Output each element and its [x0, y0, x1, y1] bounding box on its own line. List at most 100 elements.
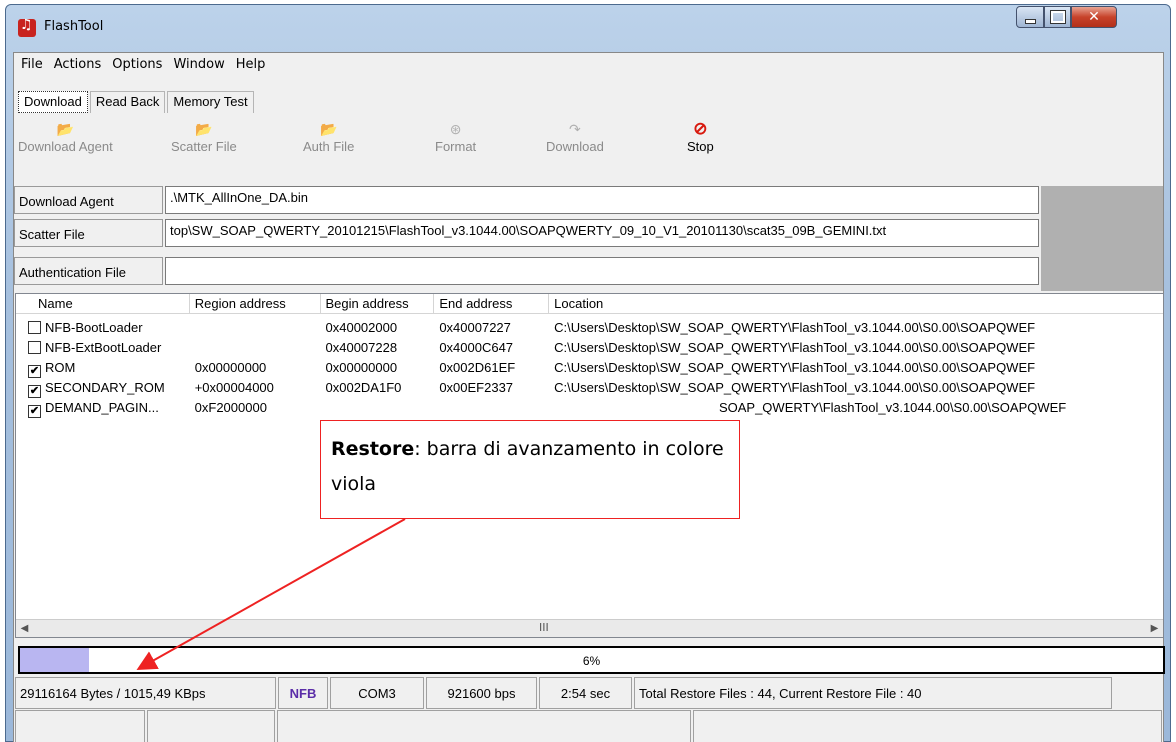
minimize-button[interactable] — [1016, 6, 1044, 28]
row-name-text: DEMAND_PAGIN... — [45, 400, 159, 415]
window-title: FlashTool — [44, 19, 104, 34]
menu-actions[interactable]: Actions — [51, 57, 110, 72]
download-agent-tool-button[interactable]: 📂 Download Agent — [18, 121, 113, 154]
row-end-cell: 0x40007227 — [439, 320, 511, 335]
gray-panel — [1041, 186, 1163, 291]
scroll-left-icon[interactable]: ◀ — [16, 620, 33, 637]
tab-read-back[interactable]: Read Back — [89, 91, 166, 113]
row-name-cell: NFB-ExtBootLoader — [16, 338, 190, 358]
download-agent-label: Download Agent — [14, 186, 163, 214]
column-end-address[interactable]: End address — [434, 294, 550, 313]
download-agent-field[interactable]: .\MTK_AllInOne_DA.bin — [165, 186, 1039, 214]
client-area: File Actions Options Window Help Downloa… — [13, 52, 1165, 742]
horizontal-scrollbar[interactable]: ◀ III ▶ — [16, 619, 1163, 637]
row-begin-cell: 0x40002000 — [325, 320, 398, 335]
scatter-file-row: Scatter File top\SW_SOAP_QWERTY_20101215… — [14, 219, 1163, 247]
tab-strip: Download Read Back Memory Test — [18, 91, 256, 113]
format-tool-button[interactable]: ⊛ Format — [435, 121, 476, 154]
list-header: Name Region address Begin address End ad… — [16, 294, 1163, 314]
scatter-file-tool-button[interactable]: 📂 Scatter File — [171, 121, 237, 154]
maximize-button[interactable] — [1044, 6, 1071, 28]
status-mode: NFB — [278, 677, 328, 709]
status-cell — [693, 710, 1162, 742]
row-name-cell: SECONDARY_ROM — [16, 378, 190, 398]
status-files: Total Restore Files : 44, Current Restor… — [634, 677, 1112, 709]
menu-window[interactable]: Window — [170, 57, 232, 72]
column-name[interactable]: Name — [16, 294, 190, 313]
row-location-cell: C:\Users\Desktop\SW_SOAP_QWERTY\FlashToo… — [554, 360, 1036, 375]
column-region-address[interactable]: Region address — [190, 294, 321, 313]
row-name-cell: DEMAND_PAGIN... — [16, 398, 190, 418]
list-row[interactable]: ROM 0x00000000 0x00000000 0x002D61EF C:\… — [16, 358, 1163, 378]
download-tool-label: Download — [546, 139, 604, 154]
list-row[interactable]: NFB-ExtBootLoader 0x40007228 0x4000C647 … — [16, 338, 1163, 358]
annotation-callout: Restore: barra di avanzamento in colore … — [320, 420, 740, 519]
row-name-cell: NFB-BootLoader — [16, 318, 190, 338]
row-checkbox[interactable] — [28, 365, 41, 378]
row-region-cell: 0x00000000 — [194, 360, 267, 375]
progress-bar: 6% — [18, 646, 1165, 674]
row-name-cell: ROM — [16, 358, 190, 378]
row-location-cell: SOAP_QWERTY\FlashTool_v3.1044.00\S0.00\S… — [718, 400, 1067, 415]
stop-tool-button[interactable]: ⊘ Stop — [687, 120, 714, 154]
tab-download[interactable]: Download — [18, 91, 88, 113]
auth-file-label: Authentication File — [14, 257, 163, 285]
row-name-text: SECONDARY_ROM — [45, 380, 165, 395]
menu-options[interactable]: Options — [109, 57, 170, 72]
folder-open-icon: 📂 — [195, 121, 213, 137]
auth-file-tool-label: Auth File — [303, 139, 355, 154]
row-begin-cell: 0x00000000 — [325, 360, 398, 375]
row-name-text: NFB-BootLoader — [45, 320, 143, 335]
auth-file-row: Authentication File — [14, 257, 1163, 285]
scatter-file-label: Scatter File — [14, 219, 163, 247]
row-begin-cell — [320, 398, 434, 418]
status-cell — [146, 710, 276, 742]
row-begin-cell: 0x002DA1F0 — [325, 380, 402, 395]
row-checkbox[interactable] — [28, 341, 41, 354]
format-tool-label: Format — [435, 139, 477, 154]
scroll-grip[interactable]: III — [539, 621, 549, 634]
menu-file[interactable]: File — [18, 57, 51, 72]
row-checkbox[interactable] — [28, 321, 41, 334]
row-location-cell: C:\Users\Desktop\SW_SOAP_QWERTY\FlashToo… — [554, 380, 1036, 395]
status-bar: 29116164 Bytes / 1015,49 KBps NFB COM3 9… — [15, 677, 1164, 709]
list-row[interactable]: NFB-BootLoader 0x40002000 0x40007227 C:\… — [16, 318, 1163, 338]
row-end-cell — [434, 398, 549, 418]
status-baud: 921600 bps — [426, 677, 537, 709]
menu-bar: File Actions Options Window Help — [14, 53, 1163, 75]
format-disk-icon: ⊛ — [449, 121, 462, 137]
title-bar[interactable]: FlashTool ✕ — [6, 5, 1170, 51]
auth-file-tool-button[interactable]: 📂 Auth File — [303, 121, 354, 154]
row-region-cell: +0x00004000 — [194, 380, 274, 395]
scatter-file-field[interactable]: top\SW_SOAP_QWERTY_20101215\FlashTool_v3… — [165, 219, 1039, 247]
callout-title: Restore — [331, 438, 415, 460]
progress-label: 6% — [582, 654, 601, 668]
column-location[interactable]: Location — [549, 294, 1163, 313]
row-checkbox[interactable] — [28, 385, 41, 398]
status-bar-secondary — [15, 710, 1164, 742]
auth-file-field[interactable] — [165, 257, 1039, 285]
column-begin-address[interactable]: Begin address — [321, 294, 435, 313]
row-name-text: NFB-ExtBootLoader — [45, 340, 162, 355]
app-window: FlashTool ✕ File Actions Options Window … — [5, 4, 1171, 742]
download-agent-row: Download Agent .\MTK_AllInOne_DA.bin — [14, 186, 1163, 214]
status-bytes: 29116164 Bytes / 1015,49 KBps — [15, 677, 276, 709]
row-checkbox[interactable] — [28, 405, 41, 418]
row-end-cell: 0x4000C647 — [439, 340, 514, 355]
status-cell — [277, 710, 692, 742]
row-region-cell — [190, 318, 321, 338]
close-button[interactable]: ✕ — [1071, 6, 1117, 28]
folder-open-icon: 📂 — [56, 121, 75, 137]
row-name-text: ROM — [45, 360, 76, 375]
status-time: 2:54 sec — [539, 677, 632, 709]
folder-open-icon: 📂 — [319, 121, 338, 137]
stop-tool-label: Stop — [687, 139, 714, 154]
tab-memory-test[interactable]: Memory Test — [167, 91, 254, 113]
row-region-cell: 0xF2000000 — [194, 400, 267, 415]
scroll-right-icon[interactable]: ▶ — [1146, 620, 1163, 637]
list-row[interactable]: DEMAND_PAGIN... 0xF2000000 SOAP_QWERTY\F… — [16, 398, 1163, 418]
menu-help[interactable]: Help — [233, 57, 274, 72]
row-end-cell: 0x002D61EF — [439, 360, 516, 375]
list-row[interactable]: SECONDARY_ROM +0x00004000 0x002DA1F0 0x0… — [16, 378, 1163, 398]
download-tool-button[interactable]: ↷ Download — [546, 121, 604, 154]
